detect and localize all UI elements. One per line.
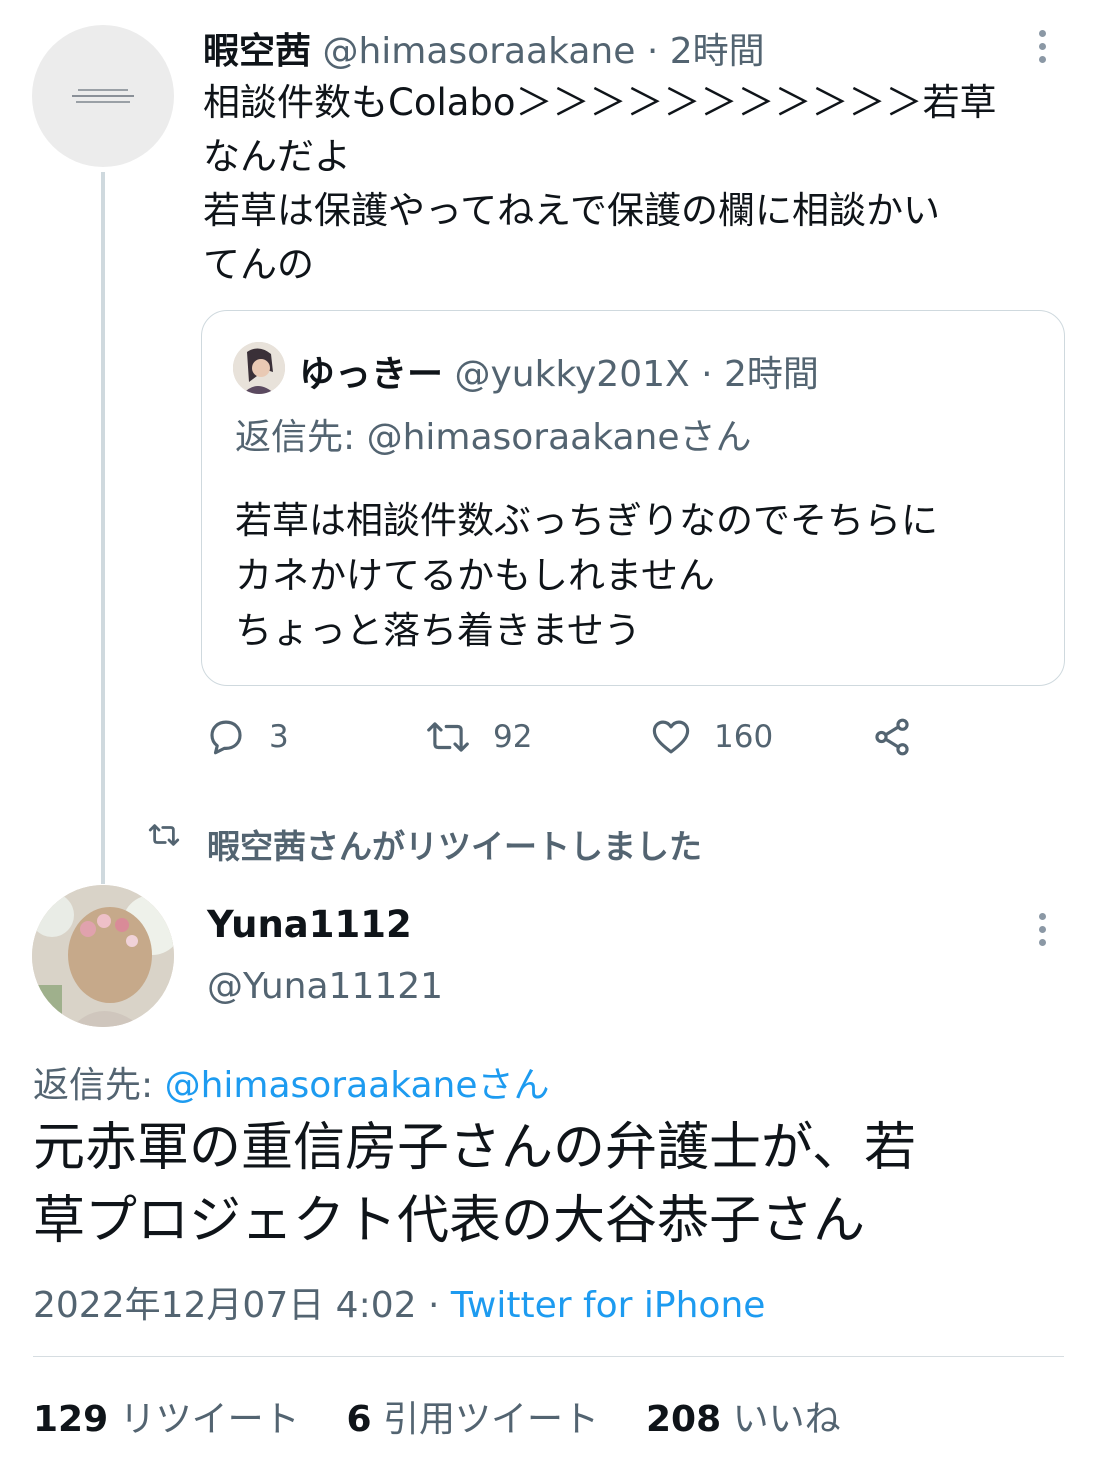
- tweet-text-line: 草プロジェクト代表の大谷恭子さん: [33, 1191, 866, 1251]
- quote-text-line: カネかけてるかもしれません: [235, 554, 715, 597]
- reply-to: 返信先: @himasoraakaneさん: [33, 1056, 549, 1108]
- tweet-text-line: 元赤軍の重信房子さんの弁護士が、若: [33, 1118, 916, 1178]
- tweet-timestamp[interactable]: 2022年12月07日 4:02 ·: [33, 1285, 451, 1326]
- like-count: 160: [714, 719, 774, 755]
- quote-text-line: 若草は相談件数ぶっちぎりなのでそちらに: [235, 499, 938, 542]
- author-handle[interactable]: @Yuna11121: [207, 966, 443, 1007]
- retweet-count: 92: [493, 719, 533, 755]
- quote-avatar: [233, 342, 285, 394]
- quote-author-handle: @yukky201X: [454, 354, 690, 395]
- like-button[interactable]: 160: [650, 716, 773, 758]
- tweet-text-line: てんの: [203, 243, 314, 286]
- quote-reply-to: 返信先: @himasoraakaneさん: [235, 417, 752, 458]
- tweet-time[interactable]: · 2時間: [647, 31, 765, 72]
- retweets-count: 129: [33, 1399, 109, 1440]
- quotes-stat[interactable]: 6 引用ツイート: [347, 1399, 600, 1440]
- tweet-text-line: 若草は保護やってねえで保護の欄に相談かい: [203, 189, 941, 232]
- retweets-label: リツイート: [119, 1399, 300, 1440]
- reply-icon: [210, 720, 242, 755]
- quote-avatar-image: [233, 342, 285, 394]
- quote-text: 若草は相談件数ぶっちぎりなのでそちらに カネかけてるかもしれません ちょっと落ち…: [235, 493, 938, 658]
- share-icon: [875, 718, 909, 756]
- tweet-text: 相談件数もColabo＞＞＞＞＞＞＞＞＞＞＞若草 なんだよ 若草は保護やってねえ…: [203, 76, 997, 292]
- tweet-text-line: 相談件数もColabo＞＞＞＞＞＞＞＞＞＞＞若草: [203, 81, 997, 124]
- author-name[interactable]: 暇空茜: [203, 31, 311, 72]
- tweet-meta: 2022年12月07日 4:02 · Twitter for iPhone: [33, 1276, 765, 1328]
- quote-text-line: ちょっと落ち着きませう: [235, 609, 641, 652]
- tweet-header: 暇空茜 @himasoraakane · 2時間: [203, 22, 765, 74]
- likes-stat[interactable]: 208 いいね: [646, 1399, 841, 1440]
- avatar[interactable]: [32, 25, 174, 167]
- likes-count: 208: [645, 1399, 722, 1440]
- quotes-count: 6: [346, 1399, 372, 1440]
- reply-to-prefix: 返信先:: [33, 1065, 165, 1106]
- author-name[interactable]: Yuna1112: [207, 903, 412, 946]
- avatar-image: [72, 89, 134, 103]
- divider: [33, 1356, 1064, 1357]
- author-handle[interactable]: @himasoraakane: [322, 31, 635, 72]
- more-icon[interactable]: [1039, 30, 1047, 69]
- tweet-source[interactable]: Twitter for iPhone: [451, 1285, 766, 1326]
- tweet-text-line: なんだよ: [203, 135, 351, 178]
- like-icon: [652, 720, 690, 754]
- tweet-stats: 129 リツイート 6 引用ツイート 208 いいね: [33, 1390, 841, 1442]
- tweet-text: 元赤軍の重信房子さんの弁護士が、若 草プロジェクト代表の大谷恭子さん: [33, 1112, 916, 1258]
- avatar-image: [32, 885, 174, 1027]
- retweet-button[interactable]: 92: [425, 716, 532, 758]
- quote-header: ゆっきー @yukky201X · 2時間: [299, 345, 819, 397]
- avatar[interactable]: [32, 885, 174, 1027]
- likes-label: いいね: [732, 1399, 841, 1440]
- reply-to-handle[interactable]: @himasoraakaneさん: [165, 1065, 550, 1106]
- retweet-context-label[interactable]: 暇空茜さんがリツイートしました: [207, 820, 702, 868]
- retweet-context-icon: [148, 824, 180, 846]
- quote-author-name: ゆっきー: [299, 354, 444, 395]
- quotes-label: 引用ツイート: [383, 1399, 600, 1440]
- quote-tweet[interactable]: ゆっきー @yukky201X · 2時間 返信先: @himasoraakan…: [201, 310, 1065, 686]
- retweet-icon: [427, 722, 469, 752]
- retweets-stat[interactable]: 129 リツイート: [33, 1399, 300, 1440]
- reply-button[interactable]: 3: [205, 716, 289, 758]
- reply-count: 3: [269, 719, 289, 755]
- share-button[interactable]: [871, 716, 913, 762]
- more-icon[interactable]: [1039, 913, 1047, 952]
- quote-time: · 2時間: [701, 354, 819, 395]
- thread-line: [101, 172, 105, 884]
